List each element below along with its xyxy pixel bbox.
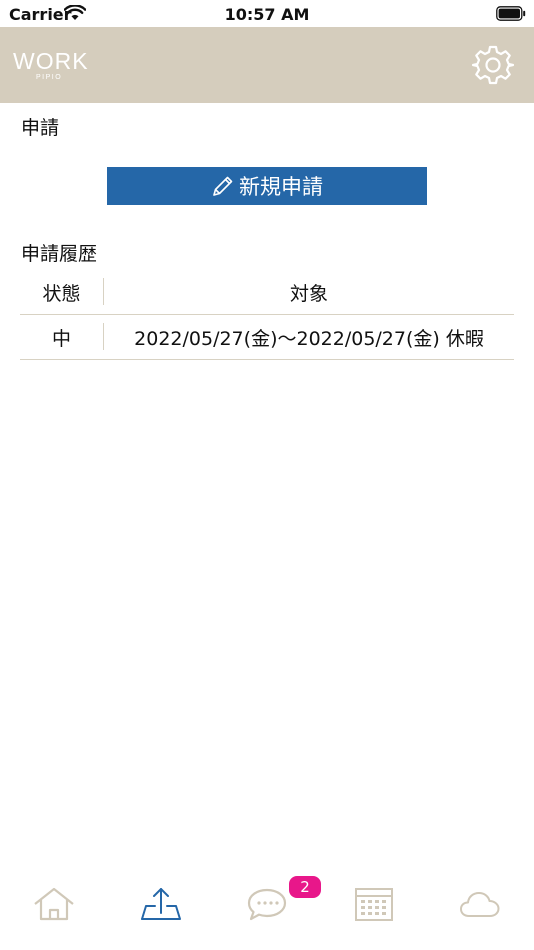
tab-calendar[interactable] <box>344 886 404 936</box>
row-target: 2022/05/27(金)～2022/05/27(金) 休暇 <box>134 327 484 350</box>
column-header-state: 状態 <box>42 282 81 305</box>
work-logo: WORK PIPIO <box>13 48 89 81</box>
column-header-target: 対象 <box>289 282 328 305</box>
history-table: 状態 対象 中 2022/05/27(金)～2022/05/27(金) 休暇 <box>20 270 514 360</box>
new-application-button[interactable]: 新規申請 <box>107 167 427 205</box>
table-header-row: 状態 対象 <box>20 270 514 315</box>
settings-gear-icon[interactable] <box>472 44 514 86</box>
table-row[interactable]: 中 2022/05/27(金)～2022/05/27(金) 休暇 <box>20 315 514 360</box>
app-header: WORK PIPIO <box>0 27 534 103</box>
calendar-icon <box>355 888 393 921</box>
section-title-application: 申請 <box>21 117 60 139</box>
section-title-history: 申請履歴 <box>21 243 98 265</box>
cloud-icon <box>460 892 500 917</box>
tab-cloud[interactable] <box>450 886 510 936</box>
pencil-icon <box>213 176 233 196</box>
tab-upload[interactable] <box>131 886 191 936</box>
chat-icon <box>247 888 287 921</box>
status-bar: Carrier 10:57 AM <box>0 0 534 27</box>
new-application-label: 新規申請 <box>239 175 323 199</box>
upload-icon <box>141 888 181 920</box>
tab-home[interactable] <box>24 886 84 936</box>
svg-text:PIPIO: PIPIO <box>36 74 62 81</box>
clock-label: 10:57 AM <box>224 5 310 24</box>
row-state: 中 <box>51 327 71 350</box>
tab-chat[interactable] <box>237 886 297 936</box>
svg-text:WORK: WORK <box>13 48 89 74</box>
battery-icon <box>496 6 526 21</box>
chat-unread-badge: 2 <box>289 876 321 898</box>
home-icon <box>34 887 74 921</box>
bottom-tab-bar <box>0 872 534 950</box>
